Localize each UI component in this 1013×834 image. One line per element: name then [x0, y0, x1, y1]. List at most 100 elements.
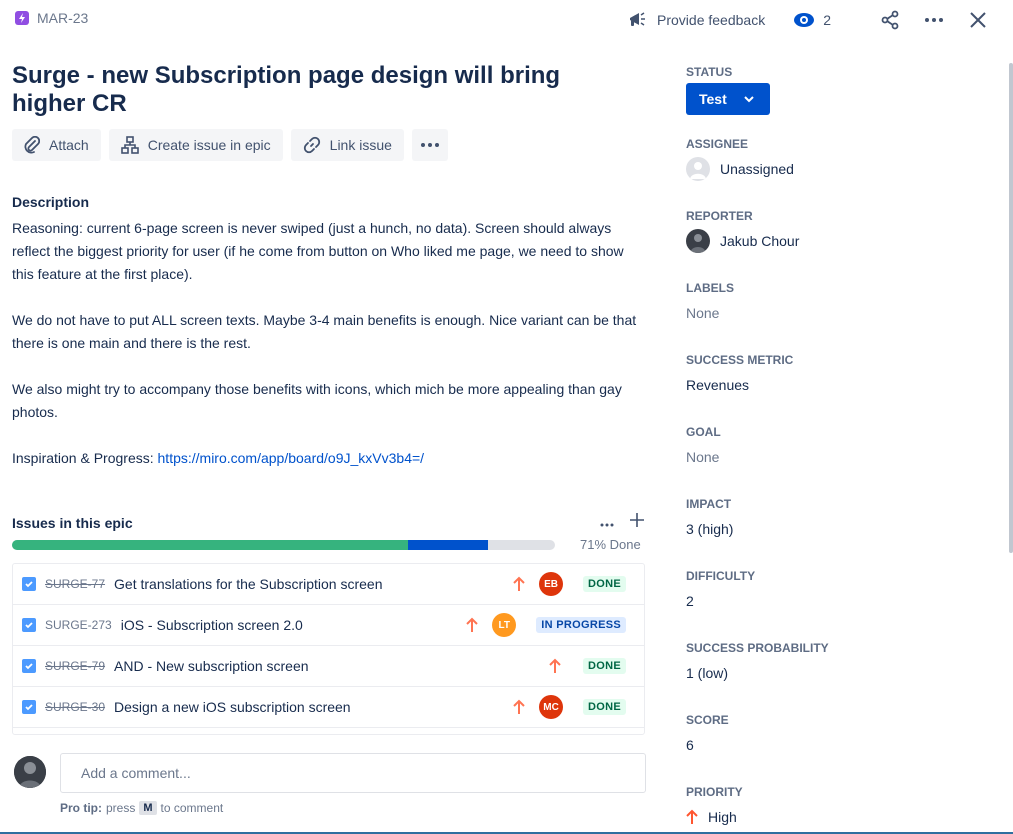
issue-summary[interactable]: iOS - Subscription screen 2.0 [121, 617, 303, 633]
success-probability-label: SUCCESS PROBABILITY [686, 641, 829, 655]
reporter-value: Jakub Chour [720, 233, 800, 249]
success-probability-field: SUCCESS PROBABILITY 1 (low) [686, 641, 829, 681]
row-meta [532, 728, 626, 734]
score-value[interactable]: 6 [686, 737, 729, 753]
assignee-avatar[interactable]: MC [539, 695, 564, 719]
status-field: STATUS Test [686, 65, 770, 115]
assignee-value: Unassigned [720, 161, 794, 177]
description-paragraph: We also might try to accompany those ben… [12, 381, 622, 420]
hierarchy-icon [120, 136, 139, 154]
more-issue-actions-button[interactable] [411, 129, 448, 161]
priority-high-icon [464, 617, 480, 633]
task-type-icon [22, 577, 36, 591]
issue-key[interactable]: SURGE-79 [45, 659, 105, 673]
sidebar-scrollbar[interactable] [1009, 63, 1013, 553]
row-meta: DONE [547, 646, 626, 686]
row-meta: EB DONE [511, 564, 626, 604]
add-issue-to-epic-button[interactable] [630, 513, 644, 532]
difficulty-value[interactable]: 2 [686, 593, 755, 609]
issues-in-epic-title: Issues in this epic [12, 515, 133, 531]
goal-field: GOAL None [686, 425, 721, 465]
status-dropdown[interactable]: Test [686, 83, 770, 115]
description-heading: Description [12, 194, 90, 210]
more-actions-button[interactable] [919, 7, 949, 33]
impact-label: IMPACT [686, 497, 732, 511]
issue-key[interactable]: SURGE-273 [45, 618, 112, 632]
reporter-avatar [686, 229, 710, 253]
priority-label: PRIORITY [686, 785, 743, 799]
issue-summary[interactable]: AND - New subscription screen [114, 658, 309, 674]
watch-count: 2 [823, 12, 831, 28]
success-metric-field: SUCCESS METRIC Revenues [686, 353, 793, 393]
difficulty-field: DIFFICULTY 2 [686, 569, 755, 609]
comment-section: Add a comment... Pro tip: press M to com… [12, 750, 652, 820]
status-label: STATUS [686, 65, 733, 79]
priority-high-icon [547, 658, 563, 674]
success-metric-value[interactable]: Revenues [686, 377, 793, 393]
table-row[interactable]: SURGE-30 Design a new iOS subscription s… [13, 687, 644, 728]
issue-key[interactable]: SURGE-77 [45, 577, 105, 591]
priority-high-icon [511, 699, 527, 715]
issue-summary[interactable]: Get translations for the Subscription sc… [114, 576, 382, 592]
watch-button[interactable]: 2 [793, 11, 831, 29]
issue-title[interactable]: Surge - new Subscription page design wil… [12, 62, 632, 118]
status-lozenge: IN PROGRESS [536, 617, 626, 633]
row-meta: MC DONE [511, 687, 626, 727]
attach-button[interactable]: Attach [12, 129, 101, 161]
status-value: Test [699, 91, 727, 107]
goal-label: GOAL [686, 425, 721, 439]
epic-key[interactable]: MAR-23 [37, 10, 88, 26]
megaphone-icon [630, 12, 646, 26]
close-icon [970, 12, 986, 28]
table-row[interactable]: SURGE-273 iOS - Subscription screen 2.0 … [13, 605, 644, 646]
description-paragraph: Inspiration & Progress: https://miro.com… [12, 447, 637, 470]
link-icon [303, 136, 320, 154]
assignee-picker[interactable]: Unassigned [686, 157, 794, 181]
table-row[interactable]: SURGE-77 Get translations for the Subscr… [13, 564, 644, 605]
goal-value[interactable]: None [686, 449, 721, 465]
table-row[interactable]: SURGE-79 AND - New subscription screen D… [13, 646, 644, 687]
impact-field: IMPACT 3 (high) [686, 497, 733, 537]
task-type-icon [22, 659, 36, 673]
status-lozenge: DONE [583, 699, 626, 715]
description-body[interactable]: Reasoning: current 6-page screen is neve… [12, 217, 637, 493]
create-issue-in-epic-button[interactable]: Create issue in epic [108, 129, 283, 161]
reporter-picker[interactable]: Jakub Chour [686, 229, 799, 253]
link-issue-label: Link issue [329, 137, 392, 153]
progress-done-segment [12, 540, 409, 550]
description-paragraph: We do not have to put ALL screen texts. … [12, 312, 637, 351]
chevron-down-icon [744, 95, 754, 102]
reporter-label: REPORTER [686, 209, 753, 223]
shortcut-key: M [139, 801, 157, 815]
epic-breadcrumb[interactable]: MAR-23 [15, 10, 88, 26]
top-bar: MAR-23 Provide feedback 2 [0, 0, 1013, 40]
assignee-avatar[interactable]: EB [539, 572, 564, 596]
success-probability-value[interactable]: 1 (low) [686, 665, 829, 681]
link-issue-button[interactable]: Link issue [290, 129, 404, 161]
epic-progress-bar [12, 540, 555, 550]
current-user-avatar [14, 756, 46, 788]
success-metric-label: SUCCESS METRIC [686, 353, 794, 367]
epic-issues-more-button[interactable] [600, 514, 614, 532]
issue-summary[interactable]: Design a new iOS subscription screen [114, 699, 351, 715]
protip-press: press [106, 801, 136, 815]
issue-key[interactable]: SURGE-30 [45, 700, 105, 714]
miro-link[interactable]: https://miro.com/app/board/o9J_kxVv3b4=/ [158, 450, 425, 466]
epic-issue-list: SURGE-77 Get translations for the Subscr… [12, 563, 645, 735]
share-button[interactable] [875, 7, 905, 33]
table-row[interactable] [13, 728, 644, 734]
task-type-icon [22, 700, 36, 714]
priority-picker[interactable]: High [686, 809, 743, 825]
assignee-avatar[interactable]: LT [492, 613, 517, 637]
labels-value[interactable]: None [686, 305, 734, 321]
priority-value: High [708, 809, 737, 825]
impact-value[interactable]: 3 (high) [686, 521, 733, 537]
plus-icon [630, 513, 644, 527]
comment-input[interactable]: Add a comment... [60, 753, 646, 793]
feedback-label: Provide feedback [657, 12, 766, 28]
provide-feedback-button[interactable]: Provide feedback [627, 10, 765, 30]
difficulty-label: DIFFICULTY [686, 569, 756, 583]
labels-field: LABELS None [686, 281, 734, 321]
close-button[interactable] [963, 7, 993, 33]
score-field: SCORE 6 [686, 713, 729, 753]
